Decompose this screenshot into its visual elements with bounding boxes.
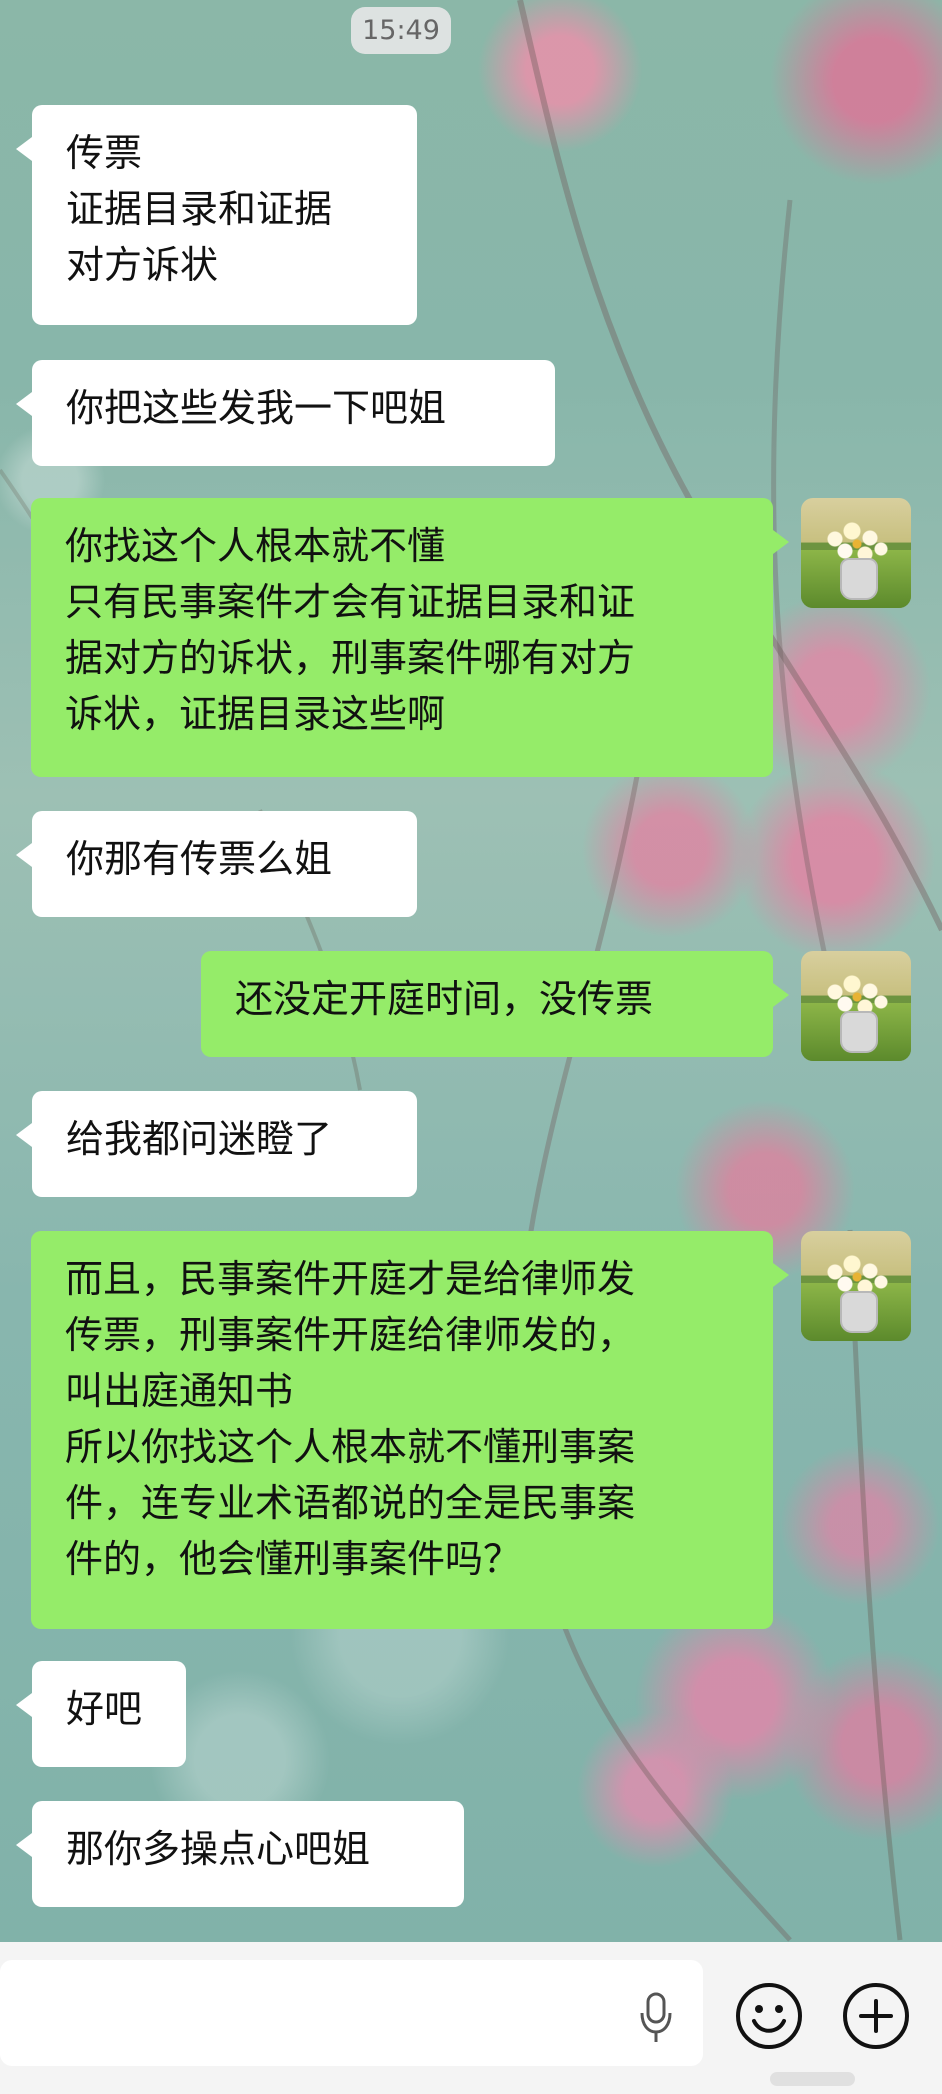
flower-vase-icon (821, 1251, 891, 1296)
message-left-4[interactable]: 给我都问迷瞪了 (16, 1091, 417, 1197)
home-indicator (770, 2072, 855, 2086)
message-right-2[interactable]: 还没定开庭时间，没传票 (201, 951, 789, 1057)
flower-vase-icon (821, 971, 891, 1016)
message-input[interactable] (0, 1960, 703, 2066)
vase-icon (840, 558, 878, 600)
vase-icon (840, 1011, 878, 1053)
user-avatar-2[interactable] (801, 951, 911, 1061)
message-right-3[interactable]: 而且，民事案件开庭才是给律师发 传票，刑事案件开庭给律师发的， 叫出庭通知书 所… (31, 1231, 789, 1629)
message-left-6[interactable]: 那你多操点心吧姐 (16, 1801, 464, 1907)
message-left-3[interactable]: 你那有传票么姐 (16, 811, 417, 917)
plus-circle-icon[interactable] (841, 1981, 911, 2051)
flower-vase-icon (821, 518, 891, 563)
message-left-2[interactable]: 你把这些发我一下吧姐 (16, 360, 555, 466)
message-right-1[interactable]: 你找这个人根本就不懂 只有民事案件才会有证据目录和证 据对方的诉状，刑事案件哪有… (31, 498, 789, 777)
smile-face-icon[interactable] (734, 1981, 804, 2051)
time-stamp: 15:49 (351, 7, 451, 54)
chat-screen: 15:49 传票 证据目录和证据 对方诉状 你把这些发我一下吧姐 你找这个人根本… (0, 0, 942, 2094)
user-avatar-3[interactable] (801, 1231, 911, 1341)
microphone-icon[interactable] (635, 1992, 677, 2044)
vase-icon (840, 1291, 878, 1333)
message-left-1[interactable]: 传票 证据目录和证据 对方诉状 (16, 105, 417, 325)
message-left-5[interactable]: 好吧 (16, 1661, 186, 1767)
user-avatar-1[interactable] (801, 498, 911, 608)
